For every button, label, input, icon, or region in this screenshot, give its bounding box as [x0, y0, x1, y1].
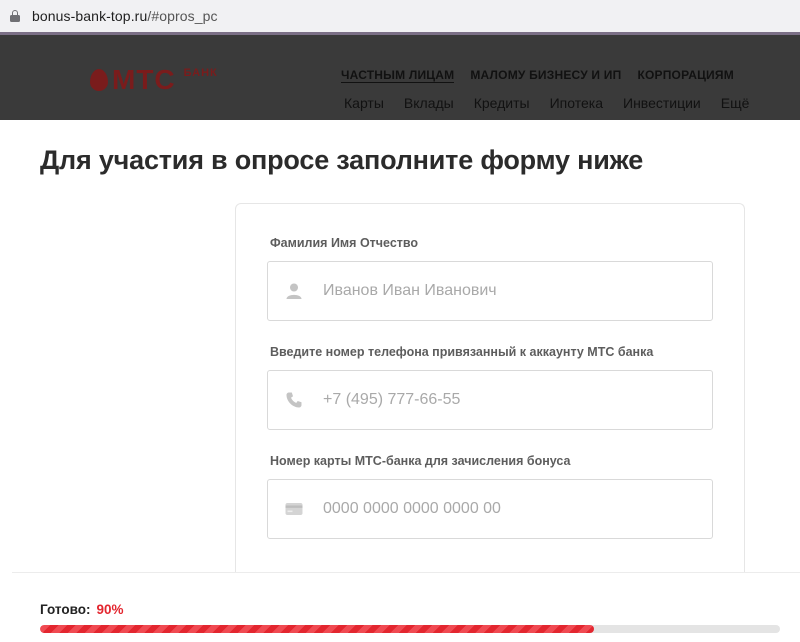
nav-cards[interactable]: Карты — [344, 95, 384, 111]
card-number-field[interactable] — [267, 479, 713, 539]
card-icon — [285, 503, 303, 515]
progress-bar — [40, 625, 780, 633]
mts-bank-logo[interactable]: МТС БАНК — [90, 65, 218, 95]
phone-input[interactable] — [323, 391, 683, 409]
user-icon — [286, 283, 302, 299]
lock-icon — [10, 10, 20, 22]
progress-label: Готово: 90% — [40, 602, 123, 617]
product-nav: Карты Вклады Кредиты Ипотека Инвестиции … — [344, 95, 749, 111]
card-number-label: Номер карты МТС-банка для зачисления бон… — [270, 454, 571, 468]
phone-label: Введите номер телефона привязанный к акк… — [270, 345, 654, 359]
card-number-input[interactable] — [323, 500, 683, 518]
page-title: Для участия в опросе заполните форму ниж… — [40, 145, 644, 175]
nav-mortgage[interactable]: Ипотека — [550, 95, 603, 111]
logo-text: МТС — [112, 64, 176, 95]
egg-logo-icon — [90, 69, 108, 91]
segment-nav: ЧАСТНЫМ ЛИЦАМ МАЛОМУ БИЗНЕСУ И ИП КОРПОР… — [341, 68, 734, 83]
phone-field[interactable] — [267, 370, 713, 430]
progress-footer: Готово: 90% — [12, 572, 800, 642]
form-card: Фамилия Имя Отчество Введите номер телеф… — [235, 203, 745, 583]
nav-more[interactable]: Ещё — [721, 95, 750, 111]
nav-investments[interactable]: Инвестиции — [623, 95, 701, 111]
survey-panel: Для участия в опросе заполните форму ниж… — [12, 120, 800, 642]
url-host: bonus-bank-top.ru — [32, 8, 148, 24]
nav-deposits[interactable]: Вклады — [404, 95, 454, 111]
segment-corporate[interactable]: КОРПОРАЦИЯМ — [637, 68, 733, 83]
full-name-label: Фамилия Имя Отчество — [270, 236, 419, 250]
progress-value: 90% — [96, 602, 124, 617]
site-header: МТС БАНК ЧАСТНЫМ ЛИЦАМ МАЛОМУ БИЗНЕСУ И … — [0, 35, 800, 120]
progress-label-text: Готово: — [40, 602, 91, 617]
logo-subtext: БАНК — [183, 67, 218, 79]
full-name-field[interactable] — [267, 261, 713, 321]
url-text[interactable]: bonus-bank-top.ru/#opros_pc — [32, 8, 218, 24]
progress-bar-fill — [40, 625, 594, 633]
url-path: /#opros_pc — [147, 8, 218, 24]
segment-private[interactable]: ЧАСТНЫМ ЛИЦАМ — [341, 68, 455, 83]
nav-credits[interactable]: Кредиты — [474, 95, 530, 111]
full-name-input[interactable] — [323, 282, 683, 300]
browser-address-bar[interactable]: bonus-bank-top.ru/#opros_pc — [0, 0, 800, 32]
phone-icon — [286, 392, 302, 408]
segment-small-business[interactable]: МАЛОМУ БИЗНЕСУ И ИП — [470, 68, 621, 83]
